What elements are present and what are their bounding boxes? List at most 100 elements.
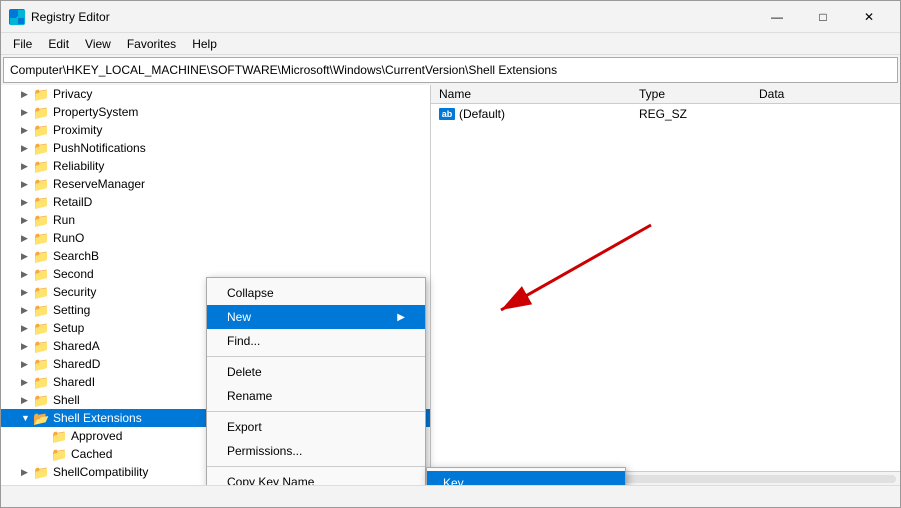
- main-content: ▶ 📁 Privacy ▶ 📁 PropertySystem ▶ 📁 Proxi…: [1, 85, 900, 485]
- ctx-new[interactable]: New ▶: [207, 305, 425, 329]
- tree-item-label: Security: [53, 285, 96, 299]
- registry-editor-window: Registry Editor — □ ✕ File Edit View Fav…: [0, 0, 901, 508]
- tree-item-proximity[interactable]: ▶ 📁 Proximity: [1, 121, 430, 139]
- tree-item-label: SharedA: [53, 339, 100, 353]
- folder-icon: 📁: [33, 321, 49, 335]
- ctx-divider-3: [207, 466, 425, 467]
- tree-item-retaildemo[interactable]: ▶ 📁 RetailD: [1, 193, 430, 211]
- window-title: Registry Editor: [31, 10, 754, 24]
- ctx-copy-key[interactable]: Copy Key Name: [207, 470, 425, 485]
- tree-item-label: SharedI: [53, 375, 95, 389]
- tree-item-label: PropertySystem: [53, 105, 138, 119]
- folder-icon: 📁: [33, 231, 49, 245]
- ctx-divider-2: [207, 411, 425, 412]
- value-type: REG_SZ: [639, 107, 759, 121]
- expand-icon: ▶: [21, 143, 33, 154]
- expand-icon: ▶: [21, 89, 33, 100]
- tree-item-run[interactable]: ▶ 📁 Run: [1, 211, 430, 229]
- ctx-find[interactable]: Find...: [207, 329, 425, 353]
- header-name: Name: [439, 87, 639, 101]
- tree-item-label: ShellCompatibility: [53, 465, 148, 479]
- menu-bar: File Edit View Favorites Help: [1, 33, 900, 55]
- tree-item-label: Setup: [53, 321, 84, 335]
- tree-item-label: RetailD: [53, 195, 92, 209]
- tree-item-label: Shell Extensions: [53, 411, 142, 425]
- expand-icon: ▶: [21, 341, 33, 352]
- address-bar[interactable]: Computer\HKEY_LOCAL_MACHINE\SOFTWARE\Mic…: [3, 57, 898, 83]
- tree-item-runonce[interactable]: ▶ 📁 RunO: [1, 229, 430, 247]
- menu-file[interactable]: File: [5, 35, 40, 53]
- tree-item-label: SharedD: [53, 357, 100, 371]
- expand-icon: ▶: [21, 197, 33, 208]
- ctx-divider-1: [207, 356, 425, 357]
- menu-edit[interactable]: Edit: [40, 35, 77, 53]
- minimize-button[interactable]: —: [754, 1, 800, 33]
- folder-icon: 📁: [33, 285, 49, 299]
- tree-item-label: SearchB: [53, 249, 99, 263]
- close-button[interactable]: ✕: [846, 1, 892, 33]
- expand-icon: ▶: [21, 359, 33, 370]
- ctx-rename[interactable]: Rename: [207, 384, 425, 408]
- title-bar: Registry Editor — □ ✕: [1, 1, 900, 33]
- folder-icon: 📁: [33, 249, 49, 263]
- right-pane: Name Type Data ab (Default) REG_SZ: [431, 85, 900, 485]
- menu-view[interactable]: View: [77, 35, 119, 53]
- tree-item-privacy[interactable]: ▶ 📁 Privacy: [1, 85, 430, 103]
- expand-icon: ▶: [21, 161, 33, 172]
- expand-icon: ▶: [21, 323, 33, 334]
- status-bar: [1, 485, 900, 507]
- expand-icon: ▶: [21, 287, 33, 298]
- folder-icon: 📁: [33, 123, 49, 137]
- tree-item-label: Setting: [53, 303, 90, 317]
- tree-item-label: Privacy: [53, 87, 92, 101]
- tree-item-reliability[interactable]: ▶ 📁 Reliability: [1, 157, 430, 175]
- folder-icon: 📁: [33, 375, 49, 389]
- tree-item-label: Proximity: [53, 123, 102, 137]
- column-headers: Name Type Data: [431, 85, 900, 104]
- folder-icon: 📁: [33, 195, 49, 209]
- folder-icon: 📁: [51, 429, 67, 443]
- expand-icon: ▶: [21, 251, 33, 262]
- ctx-delete-label: Delete: [227, 365, 262, 379]
- tree-item-label: Approved: [71, 429, 122, 443]
- folder-icon: 📁: [33, 357, 49, 371]
- string-icon: ab: [439, 108, 455, 120]
- folder-icon: 📁: [33, 303, 49, 317]
- folder-icon: 📁: [33, 465, 49, 479]
- expand-icon: ▶: [21, 215, 33, 226]
- ctx-export[interactable]: Export: [207, 415, 425, 439]
- ctx-delete[interactable]: Delete: [207, 360, 425, 384]
- expand-icon: ▶: [21, 395, 33, 406]
- menu-favorites[interactable]: Favorites: [119, 35, 184, 53]
- maximize-button[interactable]: □: [800, 1, 846, 33]
- expand-icon: ▶: [21, 179, 33, 190]
- submenu-key[interactable]: Key: [427, 471, 625, 485]
- folder-icon: 📁: [33, 105, 49, 119]
- address-text: Computer\HKEY_LOCAL_MACHINE\SOFTWARE\Mic…: [10, 63, 557, 77]
- tree-item-pushnotifications[interactable]: ▶ 📁 PushNotifications: [1, 139, 430, 157]
- submenu-new: Key String Value Binary Value DWORD (32-…: [426, 467, 626, 485]
- ctx-copy-key-label: Copy Key Name: [227, 475, 314, 485]
- registry-row-default[interactable]: ab (Default) REG_SZ: [431, 104, 900, 124]
- ctx-collapse[interactable]: Collapse: [207, 281, 425, 305]
- expand-icon: ▶: [21, 467, 33, 478]
- expand-icon: ▶: [21, 305, 33, 316]
- folder-icon: 📁: [33, 87, 49, 101]
- expand-icon: ▼: [21, 413, 33, 423]
- app-icon: [9, 9, 25, 25]
- ctx-find-label: Find...: [227, 334, 260, 348]
- tree-item-searchbar[interactable]: ▶ 📁 SearchB: [1, 247, 430, 265]
- tree-item-propertysystem[interactable]: ▶ 📁 PropertySystem: [1, 103, 430, 121]
- folder-icon: 📁: [33, 393, 49, 407]
- folder-icon: 📁: [33, 159, 49, 173]
- menu-help[interactable]: Help: [184, 35, 225, 53]
- tree-item-label: PushNotifications: [53, 141, 146, 155]
- folder-icon: 📂: [33, 411, 49, 425]
- folder-icon: 📁: [33, 267, 49, 281]
- folder-icon: 📁: [51, 447, 67, 461]
- tree-item-reservemanager[interactable]: ▶ 📁 ReserveManager: [1, 175, 430, 193]
- tree-item-label: Run: [53, 213, 75, 227]
- value-name: (Default): [459, 107, 505, 121]
- ctx-permissions[interactable]: Permissions...: [207, 439, 425, 463]
- folder-icon: 📁: [33, 141, 49, 155]
